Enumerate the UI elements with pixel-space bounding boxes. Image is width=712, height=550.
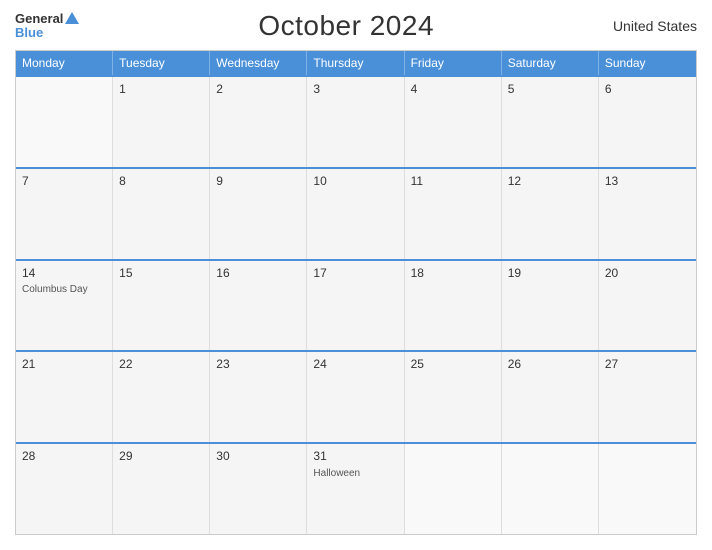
month-title: October 2024: [258, 10, 434, 42]
day-cell: 18: [405, 261, 502, 351]
day-cell: 28: [16, 444, 113, 534]
day-number: 8: [119, 173, 203, 190]
day-cell: 16: [210, 261, 307, 351]
day-number: 22: [119, 356, 203, 373]
calendar-header: General Blue October 2024 United States: [15, 10, 697, 42]
week-row-3: 14Columbus Day 15 16 17 18 19 20: [16, 259, 696, 351]
logo: General Blue: [15, 12, 79, 41]
day-cell: 15: [113, 261, 210, 351]
day-number: 30: [216, 448, 300, 465]
week-row-4: 21 22 23 24 25 26 27: [16, 350, 696, 442]
day-cell: 11: [405, 169, 502, 259]
day-number: 10: [313, 173, 397, 190]
weeks-container: 1234567891011121314Columbus Day151617181…: [16, 75, 696, 534]
day-cell: 29: [113, 444, 210, 534]
day-cell: [502, 444, 599, 534]
day-cell: 3: [307, 77, 404, 167]
day-cell: 26: [502, 352, 599, 442]
day-cell: 25: [405, 352, 502, 442]
day-number: 24: [313, 356, 397, 373]
day-cell: [405, 444, 502, 534]
day-number: 1: [119, 81, 203, 98]
day-cell: 27: [599, 352, 696, 442]
week-row-2: 789 10 11 12 13: [16, 167, 696, 259]
holiday-label: Columbus Day: [22, 283, 106, 296]
logo-triangle-icon: [65, 12, 79, 24]
day-header-sunday: Sunday: [599, 51, 696, 75]
day-cell: 23: [210, 352, 307, 442]
day-header-monday: Monday: [16, 51, 113, 75]
day-number: 13: [605, 173, 690, 190]
day-number: 28: [22, 448, 106, 465]
day-number: 2: [216, 81, 300, 98]
day-cell: 2: [210, 77, 307, 167]
calendar-grid: MondayTuesdayWednesdayThursdayFridaySatu…: [15, 50, 697, 535]
day-cell: 10: [307, 169, 404, 259]
day-number: 19: [508, 265, 592, 282]
day-number: 3: [313, 81, 397, 98]
day-cell: [16, 77, 113, 167]
day-cell: 13: [599, 169, 696, 259]
day-cell: 19: [502, 261, 599, 351]
day-header-saturday: Saturday: [502, 51, 599, 75]
day-number: 9: [216, 173, 300, 190]
day-cell: 31 Halloween: [307, 444, 404, 534]
day-cell: 24: [307, 352, 404, 442]
day-number: 29: [119, 448, 203, 465]
day-cell: 30: [210, 444, 307, 534]
day-header-thursday: Thursday: [307, 51, 404, 75]
logo-general-text: General: [15, 12, 63, 26]
day-number: 18: [411, 265, 495, 282]
day-number: 26: [508, 356, 592, 373]
day-number: 16: [216, 265, 300, 282]
day-number: 23: [216, 356, 300, 373]
day-cell: 1: [113, 77, 210, 167]
day-cell: 5: [502, 77, 599, 167]
day-cell: 20: [599, 261, 696, 351]
day-headers-row: MondayTuesdayWednesdayThursdayFridaySatu…: [16, 51, 696, 75]
day-header-tuesday: Tuesday: [113, 51, 210, 75]
day-cell: 21: [16, 352, 113, 442]
day-number: 31: [313, 448, 397, 465]
logo-blue-text: Blue: [15, 26, 43, 40]
day-cell: 8: [113, 169, 210, 259]
day-number: 27: [605, 356, 690, 373]
day-cell: 4: [405, 77, 502, 167]
day-cell: 6: [599, 77, 696, 167]
day-cell: 9: [210, 169, 307, 259]
day-cell: 22: [113, 352, 210, 442]
week-row-1: 123456: [16, 75, 696, 167]
day-number: 11: [411, 173, 495, 190]
day-number: 6: [605, 81, 690, 98]
day-number: 25: [411, 356, 495, 373]
day-number: 21: [22, 356, 106, 373]
day-number: 5: [508, 81, 592, 98]
day-number: 4: [411, 81, 495, 98]
day-number: 12: [508, 173, 592, 190]
day-cell: 7: [16, 169, 113, 259]
day-header-friday: Friday: [405, 51, 502, 75]
day-number: 17: [313, 265, 397, 282]
country-label: United States: [613, 18, 697, 34]
day-number: 20: [605, 265, 690, 282]
day-number: 15: [119, 265, 203, 282]
calendar-container: General Blue October 2024 United States …: [0, 0, 712, 550]
day-cell: 14Columbus Day: [16, 261, 113, 351]
day-number: 7: [22, 173, 106, 190]
day-header-wednesday: Wednesday: [210, 51, 307, 75]
day-cell: 17: [307, 261, 404, 351]
day-number: 14: [22, 265, 106, 282]
day-cell: 12: [502, 169, 599, 259]
day-cell: [599, 444, 696, 534]
holiday-label: Halloween: [313, 467, 397, 480]
week-row-5: 28 29 30 31 Halloween: [16, 442, 696, 534]
